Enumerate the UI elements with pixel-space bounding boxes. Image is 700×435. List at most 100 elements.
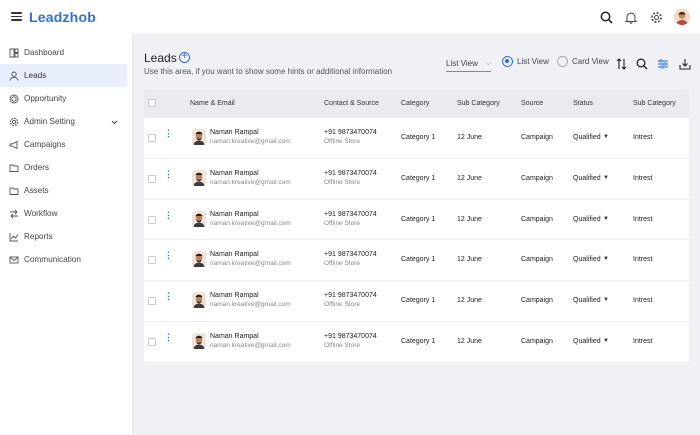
chart-icon (8, 231, 19, 242)
caret-down-icon[interactable]: ▼ (603, 338, 609, 344)
sidebar-item-orders[interactable]: Orders (0, 156, 132, 179)
sidebar: Dashboard Leads Opportunity Admin Settin… (0, 34, 133, 435)
row-checkbox[interactable] (148, 174, 156, 183)
chevron-down-icon[interactable] (111, 118, 118, 127)
lead-category: Category 1 (401, 337, 436, 345)
sidebar-item-dashboard[interactable]: Dashboard (0, 41, 132, 64)
folder-icon (8, 185, 19, 196)
lead-sub-category: 12 June (457, 215, 482, 223)
lead-phone: +91 9873470074 (324, 129, 377, 136)
row-menu-icon[interactable]: ⋮ (164, 251, 173, 260)
sidebar-item-communication[interactable]: Communication (0, 248, 132, 271)
row-checkbox[interactable] (148, 337, 156, 346)
caret-down-icon[interactable]: ▼ (603, 216, 609, 222)
lead-status[interactable]: Qualified (573, 297, 601, 304)
row-checkbox[interactable] (148, 215, 156, 224)
select-all-checkbox[interactable] (148, 99, 156, 107)
app-logo[interactable]: Leadzhob (29, 9, 96, 25)
sidebar-item-reports[interactable]: Reports (0, 225, 132, 248)
table-row[interactable]: ⋮ Naman Rampal naman.kreative@gmail.com … (144, 240, 689, 282)
user-icon (8, 70, 19, 81)
leads-table: Name & Email Contact & Source Category S… (144, 90, 689, 364)
lead-name: Naman Rampal (210, 292, 259, 300)
caret-down-icon[interactable]: ▼ (603, 256, 609, 262)
row-menu-icon[interactable]: ⋮ (164, 292, 173, 301)
header-source[interactable]: Source (521, 100, 543, 107)
sidebar-item-leads[interactable]: Leads (0, 64, 127, 87)
lead-status[interactable]: Qualified (573, 338, 601, 345)
download-icon[interactable] (679, 58, 691, 70)
table-row[interactable]: ⋮ Naman Rampal naman.kreative@gmail.com … (144, 281, 689, 322)
user-avatar[interactable] (674, 9, 690, 25)
caret-down-icon[interactable]: ▼ (603, 175, 609, 181)
lead-name: Naman Rampal (210, 169, 259, 177)
header-category[interactable]: Category (401, 100, 429, 107)
header-contact-source[interactable]: Contact & Source (324, 100, 379, 107)
header-sub-category[interactable]: Sub Category (457, 100, 500, 107)
sidebar-item-label: Communication (24, 255, 81, 264)
sort-icon[interactable] (615, 58, 627, 70)
row-checkbox[interactable] (148, 256, 156, 265)
list-view-radio[interactable]: List View (502, 56, 549, 67)
page-hint: Use this area, if you want to show some … (144, 67, 393, 76)
search-icon[interactable] (599, 10, 613, 24)
row-menu-icon[interactable]: ⋮ (164, 169, 173, 178)
sidebar-item-label: Assets (24, 186, 49, 195)
lead-category: Category 1 (401, 174, 436, 182)
row-menu-icon[interactable]: ⋮ (164, 210, 173, 219)
sidebar-item-label: Leads (24, 71, 47, 80)
lead-phone: +91 9873470074 (324, 169, 377, 177)
row-checkbox[interactable] (148, 297, 156, 306)
sidebar-item-campaigns[interactable]: Campaigns (0, 133, 132, 156)
row-checkbox[interactable] (148, 134, 156, 142)
add-lead-button[interactable]: + (179, 52, 190, 63)
sidebar-item-admin-setting[interactable]: Admin Setting (0, 110, 132, 133)
hamburger-menu-icon[interactable] (11, 12, 22, 21)
lead-status[interactable]: Qualified (573, 216, 601, 223)
view-select[interactable]: List View ⌵ (446, 56, 491, 72)
dashboard-icon (8, 47, 19, 58)
lead-email: naman.kreative@gmail.com (210, 260, 291, 268)
row-menu-icon[interactable]: ⋮ (164, 332, 173, 341)
filter-icon[interactable] (657, 58, 669, 70)
lead-sub-category: 12 June (457, 134, 482, 141)
header-sub-category-2[interactable]: Sub Category (633, 100, 676, 107)
card-view-radio[interactable]: Card View (557, 56, 609, 67)
table-row[interactable]: ⋮ Naman Rampal naman.kreative@gmail.com … (144, 159, 689, 200)
gear-icon[interactable] (649, 10, 663, 24)
caret-down-icon[interactable]: ▼ (603, 134, 609, 140)
table-row[interactable]: ⋮ Naman Rampal naman.kreative@gmail.com … (144, 200, 689, 241)
lead-name: Naman Rampal (210, 210, 259, 218)
lead-source: Campaign (521, 297, 553, 305)
list-view-label: List View (517, 57, 549, 66)
caret-down-icon[interactable]: ▼ (603, 297, 609, 303)
table-row[interactable]: ⋮ Naman Rampal naman.kreative@gmail.com … (144, 322, 689, 363)
lead-status[interactable]: Qualified (573, 256, 601, 263)
lead-avatar (192, 129, 206, 145)
lead-name: Naman Rampal (210, 129, 259, 136)
lead-avatar (192, 251, 206, 268)
search-icon[interactable] (636, 58, 648, 70)
lead-email: naman.kreative@gmail.com (210, 138, 291, 145)
lead-source: Campaign (521, 215, 553, 223)
row-menu-icon[interactable]: ⋮ (164, 129, 173, 138)
header-status[interactable]: Status (573, 100, 593, 107)
lead-status[interactable]: Qualified (573, 134, 601, 141)
radio-selected-icon (502, 56, 513, 67)
workflow-icon (8, 208, 19, 219)
lead-contact-source: Offline Store (324, 138, 361, 145)
target-icon (8, 93, 19, 104)
lead-contact-source: Offline Store (324, 219, 361, 227)
sidebar-item-workflow[interactable]: Workflow (0, 202, 132, 225)
lead-phone: +91 9873470074 (324, 251, 377, 259)
sidebar-item-label: Admin Setting (24, 117, 75, 126)
view-select-value: List View (446, 59, 478, 68)
mail-icon (8, 254, 19, 265)
header-name-email[interactable]: Name & Email (190, 100, 235, 107)
sidebar-item-opportunity[interactable]: Opportunity (0, 87, 132, 110)
table-row[interactable]: ⋮ Naman Rampal naman.kreative@gmail.com … (144, 118, 689, 159)
sidebar-item-assets[interactable]: Assets (0, 179, 132, 202)
card-view-label: Card View (572, 57, 609, 66)
bell-icon[interactable] (624, 10, 638, 24)
lead-status[interactable]: Qualified (573, 175, 601, 182)
